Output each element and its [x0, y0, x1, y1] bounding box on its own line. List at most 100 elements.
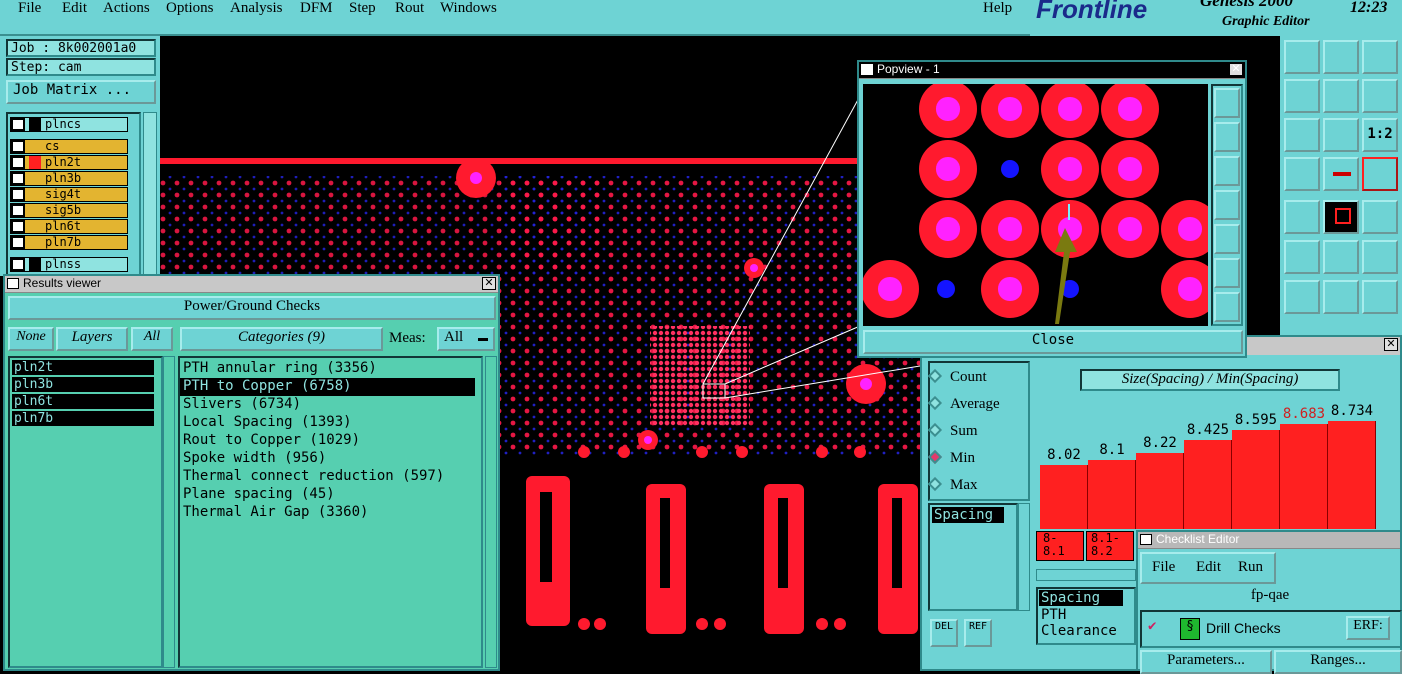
- histogram-hscroll[interactable]: [1036, 569, 1136, 581]
- range-bar-1[interactable]: 8- 8.1: [1036, 531, 1084, 561]
- vector-icon[interactable]: [1362, 240, 1398, 274]
- mode-max[interactable]: Max: [927, 476, 978, 494]
- layer-list-scrollbar[interactable]: [163, 356, 175, 668]
- mode-sum[interactable]: Sum: [927, 422, 978, 440]
- erf-button[interactable]: ERF:: [1346, 616, 1390, 640]
- menu-actions[interactable]: Actions: [103, 0, 150, 17]
- select-icon[interactable]: [1323, 200, 1359, 234]
- category-item[interactable]: Rout to Copper (1029): [180, 432, 481, 450]
- categories-list[interactable]: PTH annular ring (3356) PTH to Copper (6…: [178, 356, 483, 668]
- result-layer-item[interactable]: pln6t: [12, 394, 154, 409]
- cut-icon[interactable]: [1323, 157, 1359, 191]
- mode-average[interactable]: Average: [927, 395, 1000, 413]
- left-list-scrollbar[interactable]: [1018, 503, 1030, 611]
- layer-row-pln7b[interactable]: pln7b: [10, 235, 128, 250]
- histogram-bar[interactable]: [1184, 440, 1232, 529]
- menu-help[interactable]: Help: [983, 0, 1012, 17]
- menu-analysis[interactable]: Analysis: [230, 0, 283, 17]
- draw-icon[interactable]: [1323, 280, 1359, 314]
- connect-icon[interactable]: [1284, 240, 1320, 274]
- layer-results-list[interactable]: pln2t pln3b pln6t pln7b: [8, 356, 163, 668]
- menu-edit[interactable]: Edit: [62, 0, 87, 17]
- category-item[interactable]: Slivers (6734): [180, 396, 481, 414]
- categories-scrollbar[interactable]: [485, 356, 497, 668]
- category-item[interactable]: Thermal Air Gap (3360): [180, 504, 481, 522]
- power-ground-checks-header[interactable]: Power/Ground Checks: [8, 296, 496, 320]
- measure-item-selected[interactable]: Spacing: [1039, 590, 1123, 606]
- cross-icon[interactable]: [1323, 240, 1359, 274]
- layer-row-plncs[interactable]: plncs: [10, 117, 128, 132]
- close-icon[interactable]: ✕: [1384, 338, 1398, 351]
- menu-dfm[interactable]: DFM: [300, 0, 333, 17]
- move-right-icon[interactable]: [1214, 224, 1240, 254]
- snap-icon[interactable]: [1284, 200, 1320, 234]
- layer-row-sig4t[interactable]: sig4t: [10, 187, 128, 202]
- histogram-bar[interactable]: [1040, 465, 1088, 529]
- layer-row-pln3b[interactable]: pln3b: [10, 171, 128, 186]
- layer-row-plnss[interactable]: plnss: [10, 257, 128, 272]
- job-matrix-button[interactable]: Job Matrix ...: [6, 80, 156, 104]
- mode-min[interactable]: Min: [927, 449, 975, 467]
- right-measure-list[interactable]: Spacing PTH Clearance: [1036, 587, 1136, 645]
- checklist-menu-file[interactable]: File: [1152, 559, 1175, 576]
- category-item-selected[interactable]: PTH to Copper (6758): [180, 378, 475, 396]
- popview-titlebar[interactable]: Popview - 1 ✕: [859, 62, 1245, 79]
- measure-item[interactable]: PTH: [1038, 607, 1134, 623]
- histogram-bar[interactable]: [1088, 460, 1136, 529]
- move-left-icon[interactable]: [1284, 79, 1320, 113]
- move-up-icon[interactable]: [1284, 40, 1320, 74]
- left-spacing-list[interactable]: Spacing: [928, 503, 1018, 611]
- measure-icon[interactable]: [1284, 157, 1320, 191]
- del-button[interactable]: DEL: [930, 619, 958, 647]
- layer-row-sig5b[interactable]: sig5b: [10, 203, 128, 218]
- menu-file[interactable]: File: [18, 0, 41, 17]
- histogram-bar[interactable]: [1232, 430, 1280, 529]
- checklist-titlebar[interactable]: Checklist Editor: [1138, 532, 1400, 549]
- menu-step[interactable]: Step: [349, 0, 376, 17]
- move-right-icon[interactable]: [1323, 79, 1359, 113]
- angle-icon[interactable]: [1284, 280, 1320, 314]
- menu-options[interactable]: Options: [166, 0, 214, 17]
- refresh-icon[interactable]: [1362, 79, 1398, 113]
- move-down-icon[interactable]: [1323, 40, 1359, 74]
- layer-scrollbar[interactable]: [143, 112, 157, 276]
- layers-icon[interactable]: [1362, 157, 1398, 191]
- result-layer-item[interactable]: pln2t: [12, 360, 154, 375]
- menu-windows[interactable]: Windows: [440, 0, 497, 17]
- result-layer-item[interactable]: pln7b: [12, 411, 154, 426]
- none-button[interactable]: None: [8, 327, 54, 351]
- category-item[interactable]: Local Spacing (1393): [180, 414, 481, 432]
- all-layers-button[interactable]: All: [131, 327, 173, 351]
- histogram-bar[interactable]: [1280, 424, 1328, 529]
- ref-button[interactable]: REF: [964, 619, 992, 647]
- checklist-menu-edit[interactable]: Edit: [1196, 559, 1221, 576]
- category-item[interactable]: Plane spacing (45): [180, 486, 481, 504]
- parameters-button[interactable]: Parameters...: [1140, 650, 1272, 674]
- category-item[interactable]: PTH annular ring (3356): [180, 360, 481, 378]
- zoom-center-icon[interactable]: [1214, 292, 1240, 322]
- undo-icon[interactable]: [1362, 280, 1398, 314]
- meas-select[interactable]: All: [437, 327, 495, 351]
- ratio-icon[interactable]: 1:2: [1362, 118, 1398, 152]
- popview-close-button[interactable]: Close: [863, 330, 1243, 354]
- histogram-chart[interactable]: 8.02 8.1 8.22 8.425 8.595 8.683 8.734: [1036, 397, 1386, 529]
- results-viewer-titlebar[interactable]: Results viewer ✕: [5, 276, 498, 293]
- checklist-menu-run[interactable]: Run: [1238, 559, 1263, 576]
- menu-rout[interactable]: Rout: [395, 0, 424, 17]
- category-item[interactable]: Spoke width (956): [180, 450, 481, 468]
- popview-canvas[interactable]: [863, 84, 1208, 326]
- zoom-box-icon[interactable]: [1214, 88, 1240, 118]
- move-down-icon[interactable]: [1214, 156, 1240, 186]
- move-up-icon[interactable]: [1214, 122, 1240, 152]
- histogram-bar[interactable]: [1136, 453, 1184, 529]
- layer-row-pln6t[interactable]: pln6t: [10, 219, 128, 234]
- ruler-icon[interactable]: [1362, 200, 1398, 234]
- move-left-icon[interactable]: [1214, 190, 1240, 220]
- check-enabled-icon[interactable]: ✔: [1148, 618, 1156, 634]
- close-icon[interactable]: ✕: [1229, 63, 1243, 76]
- zoom-fit-icon[interactable]: [1284, 118, 1320, 152]
- zoom-fit-icon[interactable]: [1214, 258, 1240, 288]
- home-icon[interactable]: [1362, 40, 1398, 74]
- ranges-button[interactable]: Ranges...: [1274, 650, 1402, 674]
- mode-count[interactable]: Count: [927, 368, 987, 386]
